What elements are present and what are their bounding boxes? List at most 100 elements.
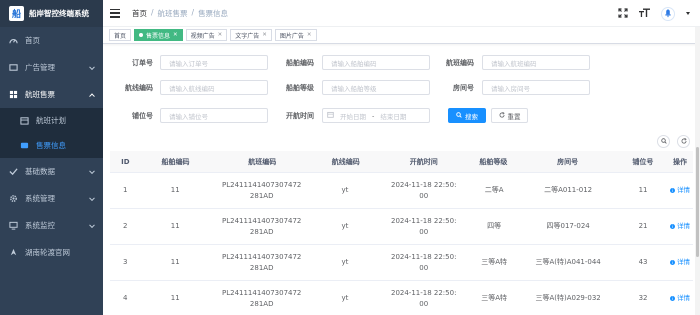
ad-icon — [9, 63, 18, 72]
cell-room-no: 三等A(特)A029-032 — [535, 294, 601, 302]
line-code-input[interactable]: 请输入航线编码 — [160, 80, 268, 95]
form-item-berth-no: 铺位号 请输入铺位号 — [103, 108, 268, 123]
tag-image-ads[interactable]: 图片广告 ✕ — [274, 29, 317, 41]
ticket-table: ID 船舶编码 航班编码 航线编码 开航时间 船舶等级 房间号 铺位号 操作 1… — [110, 151, 693, 315]
detail-link[interactable]: i 详情 — [670, 185, 690, 196]
cell-actions: i 详情 — [667, 257, 693, 268]
cell-depart-time: 2024-11-18 22:50:00 — [390, 252, 457, 272]
range-separator: - — [372, 111, 375, 120]
sidebar-item-hunan-ferry-site[interactable]: 湖南轮渡官网 — [0, 239, 103, 266]
chevron-down-icon — [89, 167, 95, 174]
scrollbar-thumb[interactable] — [696, 147, 699, 257]
cell-depart-time: 2024-11-18 22:50:00 — [390, 288, 457, 308]
cell-room-no: 二等A011-012 — [544, 186, 593, 194]
date-range-picker[interactable]: 开始日期 - 结束日期 — [322, 108, 430, 123]
cell-berth-no: 32 — [638, 294, 648, 302]
cell-flight-code-text: PL2411141407307472281AD — [222, 180, 302, 200]
sidebar-item-label: 首页 — [25, 36, 40, 45]
room-no-input[interactable]: 请输入房间号 — [482, 80, 590, 95]
close-icon[interactable]: ✕ — [262, 32, 267, 38]
sidebar-item-system-management[interactable]: 系统管理 — [0, 185, 103, 212]
detail-link[interactable]: i 详情 — [670, 221, 690, 232]
search-icon — [456, 111, 462, 120]
breadcrumb-home[interactable]: 首页 — [132, 8, 147, 19]
avatar[interactable] — [661, 6, 675, 21]
gear-icon — [9, 194, 18, 203]
column-header-id: ID — [121, 157, 130, 166]
depart-time-label: 开航时间 — [286, 111, 314, 120]
sidebar-item-base-data[interactable]: 基础数据 — [0, 158, 103, 185]
ship-code-input[interactable]: 请输入船舶编码 — [322, 55, 430, 70]
sidebar-item-ad-management[interactable]: 广告管理 — [0, 54, 103, 81]
sidebar-item-label: 基础数据 — [25, 167, 55, 176]
cell-ship-code: 11 — [170, 186, 180, 194]
order-no-input[interactable]: 请输入订单号 — [160, 55, 268, 70]
column-header-flight-code: 航班编码 — [248, 157, 277, 166]
start-date-input[interactable]: 开始日期 — [340, 111, 366, 121]
sidebar-item-home[interactable]: 首页 — [0, 27, 103, 54]
detail-link[interactable]: i 详情 — [670, 257, 690, 268]
vertical-scrollbar[interactable] — [695, 27, 700, 315]
dashboard-icon — [9, 36, 18, 45]
detail-link-label: 详情 — [677, 222, 691, 230]
compass-icon — [9, 248, 18, 257]
breadcrumb-ticket-info: 售票信息 — [198, 8, 229, 18]
refresh-icon — [681, 137, 687, 146]
sidebar-item-system-monitor[interactable]: 系统监控 — [0, 212, 103, 239]
ship-code-label: 船舶编码 — [286, 58, 314, 67]
cell-depart-time: 2024-11-18 22:50:00 — [390, 216, 457, 236]
sidebar-item-flight-plan[interactable]: 航班计划 — [0, 108, 103, 133]
fullscreen-icon[interactable] — [618, 7, 628, 20]
refresh-icon — [499, 111, 505, 120]
search-button[interactable]: 搜索 — [448, 108, 486, 123]
sidebar-item-ticket-info[interactable]: 售票信息 — [0, 133, 103, 158]
cell-ship-code: 11 — [170, 222, 180, 230]
form-item-depart-time: 开航时间 开始日期 - 结束日期 — [270, 108, 430, 123]
sidebar-item-label: 航班售票 — [25, 90, 55, 99]
berth-no-label: 铺位号 — [132, 111, 153, 120]
cell-ship-class: 四等 — [487, 222, 502, 230]
cell-berth-no: 21 — [638, 222, 648, 230]
tags-view: 首页 售票信息 ✕ 视频广告 ✕ 文字广告 ✕ 图片广告 ✕ — [103, 27, 700, 44]
sidebar-item-label: 售票信息 — [36, 141, 66, 150]
detail-link[interactable]: i 详情 — [670, 293, 690, 304]
sidebar-item-label: 湖南轮渡官网 — [25, 248, 70, 257]
refresh-table-button[interactable] — [677, 135, 690, 148]
cell-flight-code-text: PL2411141407307472281AD — [222, 252, 302, 272]
chevron-down-icon — [89, 221, 95, 228]
toggle-search-button[interactable] — [657, 135, 670, 148]
close-icon[interactable]: ✕ — [218, 32, 223, 38]
close-icon[interactable]: ✕ — [173, 32, 178, 38]
cell-depart-time: 2024-11-18 22:50:00 — [390, 180, 457, 200]
close-icon[interactable]: ✕ — [307, 32, 312, 38]
brand[interactable]: 船 船岸智控终端系统 — [0, 0, 103, 27]
column-header-line-code: 航线编码 — [331, 157, 360, 166]
table-row: 3 11 PL2411141407307472281AD yt 2024-11-… — [110, 245, 693, 281]
end-date-input[interactable]: 结束日期 — [380, 111, 406, 121]
table-header: ID 船舶编码 航班编码 航线编码 开航时间 船舶等级 房间号 铺位号 操作 — [110, 151, 693, 173]
font-size-icon[interactable] — [639, 8, 650, 20]
sidebar-item-flight-ticketing[interactable]: 航班售票 — [0, 81, 103, 108]
column-header-ship-class: 船舶等级 — [479, 157, 508, 166]
tag-video-ads[interactable]: 视频广告 ✕ — [185, 29, 228, 41]
hamburger-icon[interactable] — [110, 8, 120, 18]
berth-no-input[interactable]: 请输入铺位号 — [160, 108, 268, 123]
tag-label: 首页 — [114, 32, 127, 40]
navbar: 首页 / 航班售票 / 售票信息 — [103, 0, 700, 27]
monitor-icon — [9, 221, 18, 230]
order-no-label: 订单号 — [132, 58, 153, 67]
room-no-label: 房间号 — [453, 83, 474, 92]
flight-code-input[interactable]: 请输入航班编码 — [482, 55, 590, 70]
ship-class-input[interactable]: 请输入船舶等级 — [322, 80, 430, 95]
cell-flight-code: PL2411141407307472281AD — [210, 252, 314, 274]
cell-actions: i 详情 — [667, 221, 693, 232]
tag-home[interactable]: 首页 — [109, 29, 132, 41]
reset-button[interactable]: 重置 — [491, 108, 528, 123]
tag-ticket-info[interactable]: 售票信息 ✕ — [134, 29, 183, 41]
header-tools — [618, 0, 690, 27]
cell-room-no: 三等A(特)A041-044 — [535, 258, 601, 266]
cell-id: 3 — [123, 258, 128, 266]
caret-down-icon[interactable] — [686, 12, 690, 15]
tag-text-ads[interactable]: 文字广告 ✕ — [230, 29, 272, 41]
tag-label: 文字广告 — [235, 32, 260, 40]
